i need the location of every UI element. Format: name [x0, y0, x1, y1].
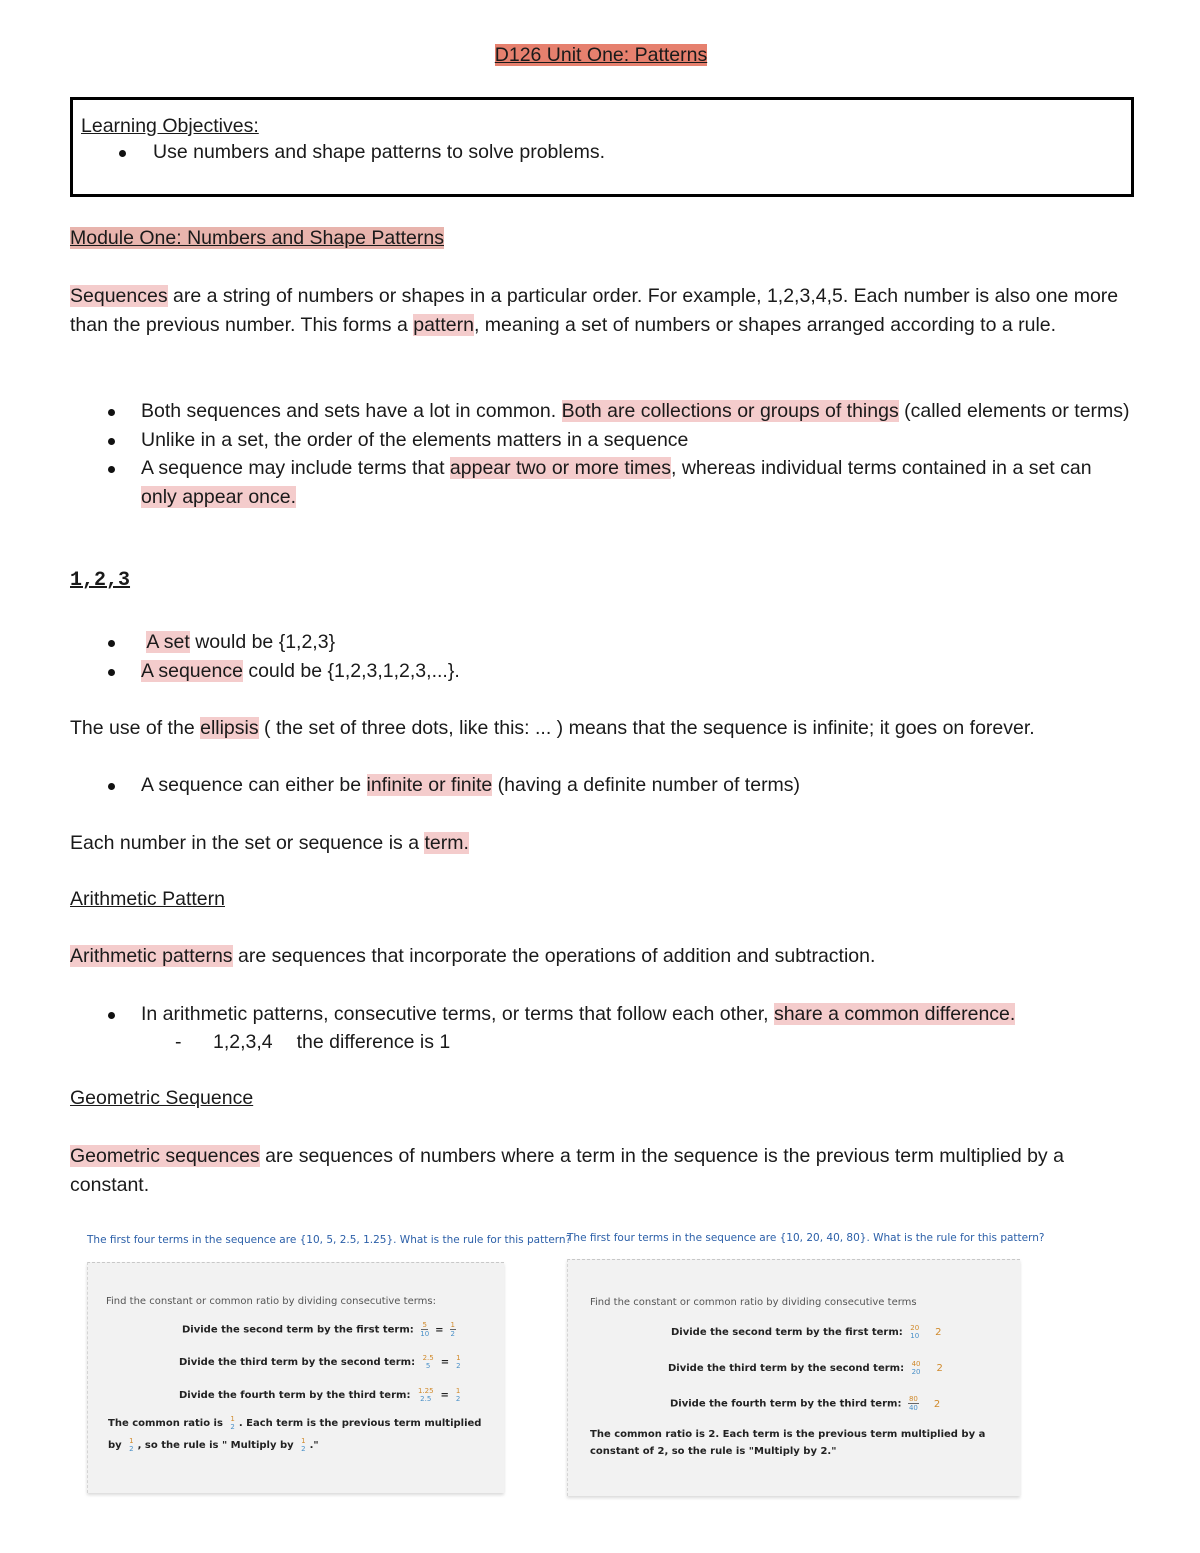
list-item: Both sequences and sets have a lot in co…	[70, 397, 1132, 426]
sequence-set-comparison-list: Both sequences and sets have a lot in co…	[70, 397, 1132, 511]
bullet-icon	[108, 640, 115, 647]
ellipsis-paragraph: The use of the ellipsis ( the set of thr…	[70, 717, 1035, 739]
objectives-label: Learning Objectives:	[81, 115, 259, 137]
list-item: A sequence can either be infinite or fin…	[70, 771, 1132, 800]
fraction: 2.5 5	[422, 1354, 434, 1370]
solution-step: Divide the third term by the second term…	[179, 1354, 461, 1370]
fraction: 12	[449, 1321, 457, 1338]
fraction: 80 40	[907, 1395, 919, 1412]
fraction: 5 10	[420, 1321, 430, 1338]
list-item: A set would be {1,2,3}	[70, 628, 1132, 657]
geometric-definition: Geometric sequences are sequences of num…	[70, 1145, 1064, 1196]
arithmetic-heading: Arithmetic Pattern	[70, 888, 225, 910]
example-panel-2: The first four terms in the sequence are…	[567, 1232, 1045, 1496]
solution-card: Find the constant or common ratio by div…	[87, 1262, 504, 1493]
arithmetic-list: In arithmetic patterns, consecutive term…	[70, 1000, 1132, 1029]
bullet-icon	[108, 668, 115, 676]
bullet-icon	[108, 1012, 115, 1019]
objective-item: Use numbers and shape patterns to solve …	[73, 138, 605, 167]
solution-step: Divide the fourth term by the third term…	[179, 1387, 461, 1403]
list-item: A sequence may include terms that appear…	[70, 454, 1132, 511]
solution-step: Divide the fourth term by the third term…	[670, 1395, 941, 1412]
bullet-icon	[108, 409, 115, 416]
example-question: The first four terms in the sequence are…	[567, 1232, 1045, 1244]
fraction: 12	[456, 1354, 461, 1370]
module-heading: Module One: Numbers and Shape Patterns	[70, 227, 444, 249]
document-title: D126 Unit One: Patterns	[494, 44, 708, 66]
solution-step: Divide the second term by the first term…	[671, 1324, 942, 1340]
example-panel-1: The first four terms in the sequence are…	[87, 1234, 572, 1493]
bullet-icon	[108, 466, 115, 473]
fraction: 12	[455, 1387, 461, 1403]
bullet-icon	[119, 150, 126, 157]
bullet-icon	[108, 437, 115, 445]
solution-conclusion: The common ratio is 12. Each term is the…	[108, 1415, 482, 1453]
example-heading: 1,2,3	[70, 569, 131, 592]
bullet-icon	[108, 783, 115, 790]
term-definition: Each number in the set or sequence is a …	[70, 832, 469, 854]
solution-conclusion: The common ratio is 2. Each term is the …	[590, 1429, 986, 1457]
list-item: A sequence could be {1,2,3,1,2,3,...}.	[70, 657, 1132, 686]
document-page: D126 Unit One: Patterns Learning Objecti…	[70, 0, 1134, 1196]
solution-card: Find the constant or common ratio by div…	[567, 1259, 1020, 1496]
set-vs-sequence-list: A set would be {1,2,3} A sequence could …	[70, 628, 1132, 685]
finite-infinite-list: A sequence can either be infinite or fin…	[70, 771, 1132, 800]
example-question: The first four terms in the sequence are…	[87, 1234, 572, 1246]
arithmetic-definition: Arithmetic patterns are sequences that i…	[70, 945, 876, 967]
geometric-heading: Geometric Sequence	[70, 1087, 254, 1109]
list-item: In arithmetic patterns, consecutive term…	[70, 1000, 1132, 1029]
fraction: 1.25 2.5	[417, 1387, 434, 1403]
arithmetic-example: -1,2,3,4 the difference is 1	[175, 1031, 451, 1053]
learning-objectives-box: Learning Objectives: Use numbers and sha…	[70, 97, 1134, 197]
solution-step: Divide the second term by the first term…	[182, 1321, 457, 1338]
fraction: 40 20	[911, 1360, 921, 1376]
list-item: Unlike in a set, the order of the elemen…	[70, 426, 1132, 455]
sequences-intro-paragraph: Sequences are a string of numbers or sha…	[70, 285, 1119, 336]
fraction: 20 10	[910, 1324, 920, 1340]
solution-step: Divide the third term by the second term…	[668, 1360, 943, 1376]
objectives-list: Use numbers and shape patterns to solve …	[73, 138, 605, 167]
